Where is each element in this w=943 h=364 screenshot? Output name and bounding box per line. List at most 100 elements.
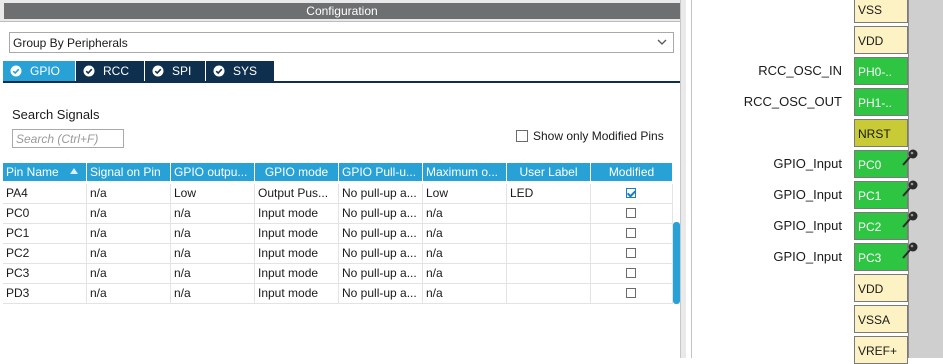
tab-label: SYS [233,64,258,78]
tab-spi[interactable]: SPI [145,61,205,81]
cell-pin: PC2 [3,244,87,263]
pushpin-icon [902,242,918,259]
pushpin-icon [902,211,918,228]
column-header-label: Maximum o... [426,165,499,179]
modified-checkbox[interactable] [626,268,636,278]
column-header-label: Modified [608,165,655,179]
cell-pin: PA4 [3,184,87,203]
cell-mode: Output Pus... [255,184,339,203]
check-circle-icon [213,65,225,77]
cell-output: n/a [171,264,255,283]
tab-rcc[interactable]: RCC [76,61,144,81]
configuration-panel: Configuration Group By Peripherals GPIO R… [0,0,685,358]
modified-checkbox[interactable] [626,248,636,258]
pin-vss[interactable]: VSS [854,0,908,23]
pin-vssa[interactable]: VSSA [854,305,908,333]
column-header-label: GPIO outpu... [174,165,248,179]
modified-checkbox[interactable] [626,288,636,298]
cell-mode: Input mode [255,244,339,263]
pin-nrst[interactable]: NRST [854,119,908,147]
cell-speed: n/a [423,264,507,283]
panel-border [680,0,686,358]
table-row[interactable]: PC1 n/a n/a Input mode No pull-up a... n/a [3,224,673,244]
group-by-select[interactable]: Group By Peripherals [9,32,674,53]
table-row[interactable]: PC3 n/a n/a Input mode No pull-up a... n/a [3,264,673,284]
cell-signal: n/a [87,224,171,243]
peripheral-tabs: GPIO RCC SPI SYS [3,61,680,83]
pin-name: PC0 [858,158,882,172]
pin-signal-label[interactable]: GPIO_Input [773,218,842,233]
cell-modified [591,204,673,223]
pin-name: PC1 [858,189,882,203]
tab-label: SPI [172,64,192,78]
tab-label: RCC [103,64,129,78]
column-header[interactable]: Signal on Pin [87,163,171,181]
checkbox-box[interactable] [516,130,528,142]
column-header[interactable]: GPIO Pull-u... [339,163,423,181]
search-input[interactable] [12,129,124,148]
table-row[interactable]: PA4 n/a Low Output Pus... No pull-up a... Low… [3,184,673,204]
column-header[interactable]: User Label [507,163,591,181]
cell-mode: Input mode [255,204,339,223]
pin-vref[interactable]: VREF+ [854,336,908,364]
table-row[interactable]: PC2 n/a n/a Input mode No pull-up a... n/a [3,244,673,264]
cell-label[interactable] [507,264,591,283]
column-header[interactable]: GPIO mode [255,163,339,181]
pin-signal-label[interactable]: GPIO_Input [773,156,842,171]
modified-checkbox[interactable] [626,208,636,218]
pin-name: PC3 [858,251,882,265]
check-circle-icon [152,65,164,77]
cell-pull: No pull-up a... [339,224,423,243]
cell-modified [591,264,673,283]
column-header[interactable]: Pin Name [3,163,87,181]
show-modified-label: Show only Modified Pins [533,129,664,143]
column-header-label: User Label [519,165,578,179]
tab-label: GPIO [30,64,61,78]
cell-pull: No pull-up a... [339,244,423,263]
table-row[interactable]: PD3 n/a n/a Input mode No pull-up a... n/a [3,284,673,304]
pin-name: VSSA [858,313,891,327]
pin-name: PH0-.. [858,65,893,79]
table-row[interactable]: PC0 n/a n/a Input mode No pull-up a... n/a [3,204,673,224]
pin-name: PH1-.. [858,96,893,110]
modified-checkbox[interactable] [626,228,636,238]
column-header[interactable]: Modified [591,163,673,181]
cell-output: n/a [171,224,255,243]
column-header-label: Pin Name [6,165,59,179]
chevron-down-icon [657,39,667,45]
pin-vdd[interactable]: VDD [854,26,908,54]
cell-output: Low [171,184,255,203]
cell-output: n/a [171,244,255,263]
column-header-label: GPIO mode [264,165,329,179]
cell-label[interactable] [507,224,591,243]
check-circle-icon [10,65,22,77]
pin-signal-label[interactable]: RCC_OSC_OUT [744,94,842,109]
column-header[interactable]: GPIO outpu... [171,163,255,181]
cell-label[interactable]: LED [507,184,591,203]
cell-label[interactable] [507,244,591,263]
column-header-label: GPIO Pull-u... [342,165,417,179]
pin-ph0[interactable]: PH0-.. [854,57,908,85]
cell-speed: Low [423,184,507,203]
cell-signal: n/a [87,244,171,263]
cell-modified [591,244,673,263]
pin-ph1[interactable]: PH1-.. [854,88,908,116]
table-scrollbar[interactable] [673,222,680,304]
modified-checkbox[interactable] [626,188,636,198]
cell-mode: Input mode [255,224,339,243]
cell-signal: n/a [87,204,171,223]
pin-signal-label[interactable]: GPIO_Input [773,187,842,202]
cell-label[interactable] [507,284,591,303]
config-title: Configuration [4,3,680,19]
tab-gpio[interactable]: GPIO [3,61,75,81]
sort-arrow-icon [70,168,78,174]
pin-vdd[interactable]: VDD [854,274,908,302]
cell-signal: n/a [87,184,171,203]
pin-signal-label[interactable]: RCC_OSC_IN [758,63,842,78]
cell-label[interactable] [507,204,591,223]
cell-pull: No pull-up a... [339,204,423,223]
cell-speed: n/a [423,224,507,243]
column-header[interactable]: Maximum o... [423,163,507,181]
tab-sys[interactable]: SYS [206,61,274,81]
pin-signal-label[interactable]: GPIO_Input [773,249,842,264]
